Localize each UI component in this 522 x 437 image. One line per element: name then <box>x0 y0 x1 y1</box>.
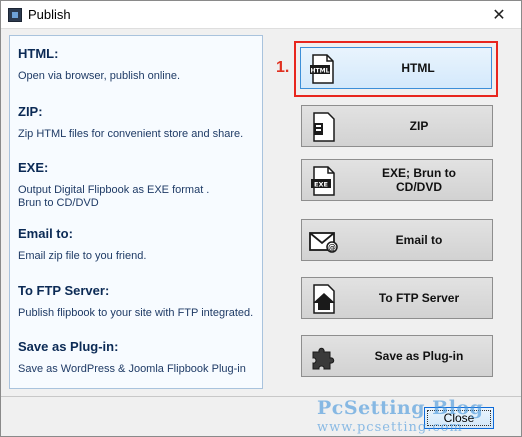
exe-button[interactable]: EXE EXE; Brun to CD/DVD <box>301 159 493 201</box>
plugin-button[interactable]: Save as Plug-in <box>301 335 493 377</box>
section-title: ZIP: <box>18 104 43 119</box>
section-description: Zip HTML files for convenient store and … <box>18 128 244 140</box>
exe-button-label: EXE; Brun to CD/DVD <box>382 166 456 194</box>
section-description: Output Digital Flipbook as EXE format . … <box>18 184 210 209</box>
zip-file-icon <box>313 112 335 142</box>
step-number: 1. <box>276 59 290 76</box>
svg-text:EXE: EXE <box>314 181 328 189</box>
section-description: Save as WordPress & Joomla Flipbook Plug… <box>18 363 246 375</box>
section-description: Open via browser, publish online. <box>18 70 181 82</box>
section-description: Email zip file to you friend. <box>18 250 147 262</box>
plugin-section: Save as Plug-in: Save as WordPress & Joo… <box>18 339 246 376</box>
ftp-button-label: To FTP Server <box>378 291 460 305</box>
html-section: HTML: Open via browser, publish online. <box>18 46 180 83</box>
section-title: Save as Plug-in: <box>18 339 119 354</box>
section-title: EXE: <box>18 160 49 175</box>
email-button[interactable]: @ Email to <box>301 219 493 261</box>
email-button-label: Email to <box>395 233 443 247</box>
zip-section: ZIP: Zip HTML files for convenient store… <box>18 104 243 141</box>
window-title: Publish <box>28 7 71 22</box>
section-description: Publish flipbook to your site with FTP i… <box>18 307 254 319</box>
highlight-box <box>294 41 498 97</box>
footer-divider <box>1 396 521 397</box>
exe-section: EXE: Output Digital Flipbook as EXE form… <box>18 160 209 210</box>
section-title: Email to: <box>18 226 73 241</box>
puzzle-piece-icon <box>312 347 335 370</box>
svg-text:@: @ <box>328 243 336 252</box>
plugin-button-label: Save as Plug-in <box>374 349 464 363</box>
publish-dialog: Publish ✕ HTML: Open via browser, publis… <box>0 0 522 437</box>
email-section: Email to: Email zip file to you friend. <box>18 226 146 263</box>
zip-button[interactable]: ZIP <box>301 105 493 147</box>
exe-file-icon: EXE <box>311 166 335 196</box>
upload-house-icon <box>313 284 335 314</box>
app-icon <box>8 8 22 22</box>
section-title: To FTP Server: <box>18 283 110 298</box>
ftp-button[interactable]: To FTP Server <box>301 277 493 319</box>
section-title: HTML: <box>18 46 59 61</box>
description-panel: HTML: Open via browser, publish online. … <box>9 35 263 389</box>
ftp-section: To FTP Server: Publish flipbook to your … <box>18 283 253 320</box>
close-button[interactable]: Close <box>424 407 494 429</box>
title-bar[interactable]: Publish ✕ <box>1 1 521 29</box>
zip-button-label: ZIP <box>409 119 429 133</box>
envelope-icon: @ <box>309 232 338 253</box>
window-close-button[interactable]: ✕ <box>477 1 521 29</box>
